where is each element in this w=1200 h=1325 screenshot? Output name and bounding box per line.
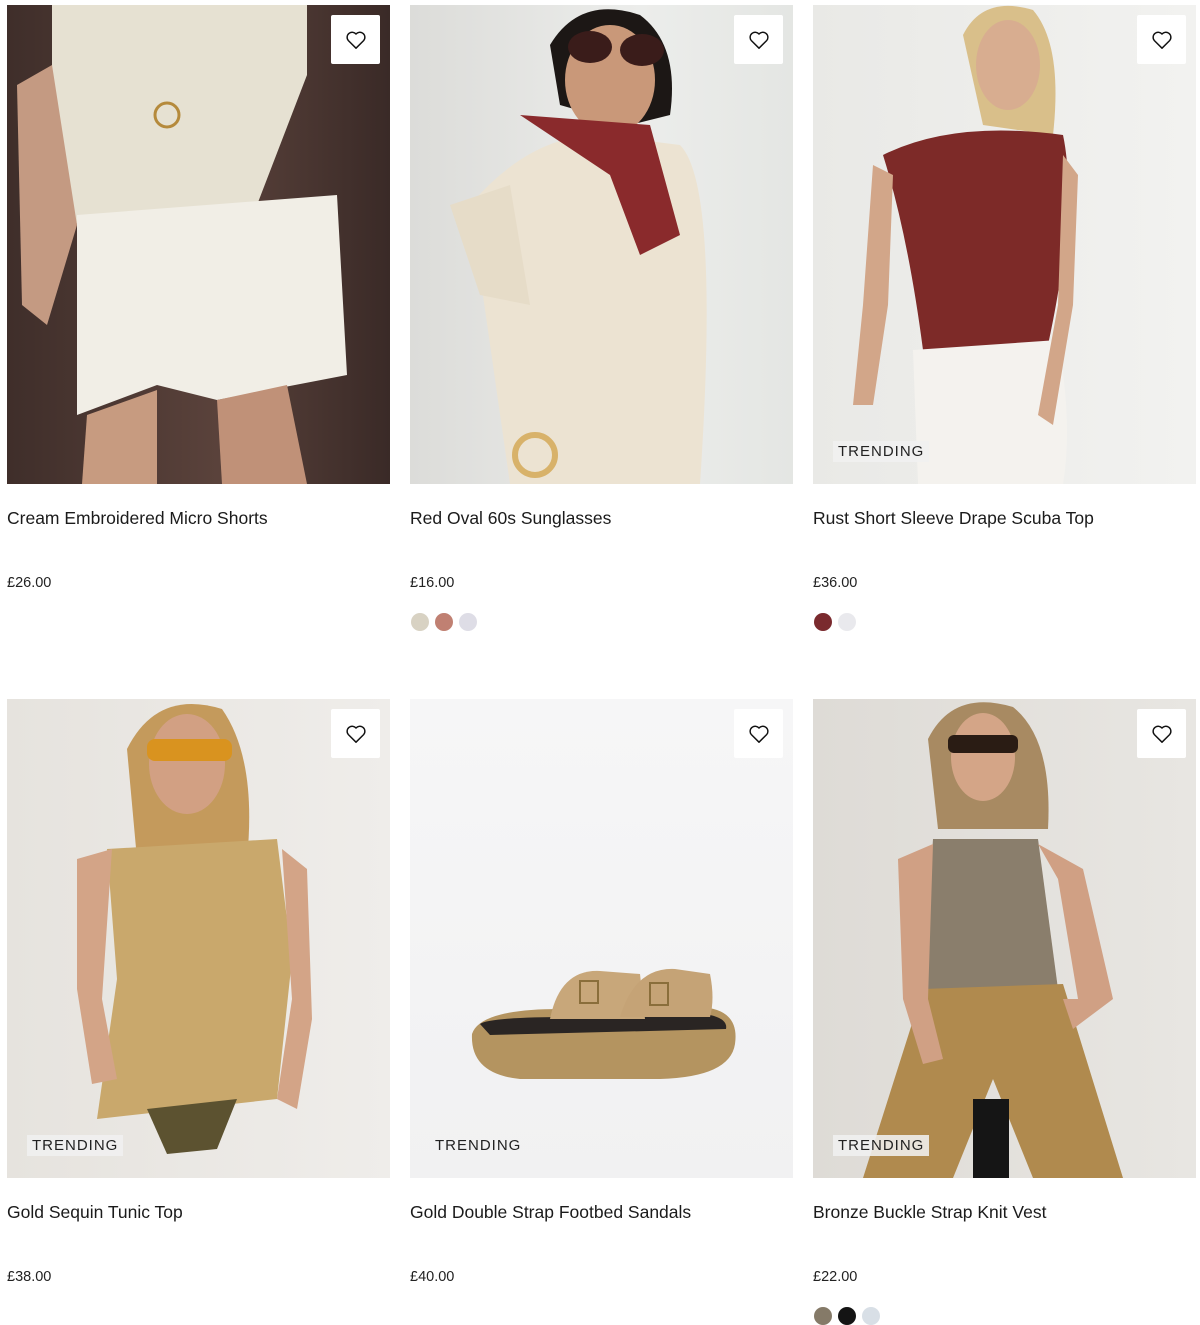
product-card[interactable]: Cream Embroidered Micro Shorts £26.00 (7, 5, 390, 591)
product-price: £16.00 (410, 575, 455, 591)
product-price: £22.00 (813, 1269, 858, 1285)
heart-outline-icon (748, 31, 769, 49)
product-image[interactable]: TRENDING (410, 699, 793, 1178)
product-photo (471, 968, 736, 1079)
trending-badge: TRENDING (833, 1135, 930, 1156)
product-card[interactable]: TRENDING Gold Double Strap Footbed Sanda… (410, 699, 793, 1285)
wishlist-button[interactable] (331, 15, 380, 64)
product-image[interactable] (7, 5, 390, 484)
product-image[interactable] (410, 5, 793, 484)
product-card[interactable]: TRENDING Gold Sequin Tunic Top £38.00 (7, 699, 390, 1285)
heart-outline-icon (345, 31, 366, 49)
product-card[interactable]: TRENDING Rust Short Sleeve Drape Scuba T… (813, 5, 1196, 631)
wishlist-button[interactable] (734, 709, 783, 758)
product-grid: Cream Embroidered Micro Shorts £26.00 Re… (0, 0, 1200, 1325)
product-name[interactable]: Bronze Buckle Strap Knit Vest (813, 1202, 1046, 1223)
product-price: £36.00 (813, 575, 858, 591)
product-name[interactable]: Rust Short Sleeve Drape Scuba Top (813, 508, 1094, 529)
color-swatches (814, 613, 856, 631)
heart-outline-icon (345, 725, 366, 743)
color-swatches (814, 1307, 880, 1325)
color-swatch[interactable] (814, 1307, 832, 1325)
trending-badge: TRENDING (27, 1135, 124, 1156)
product-card[interactable]: Red Oval 60s Sunglasses £16.00 (410, 5, 793, 631)
wishlist-button[interactable] (734, 15, 783, 64)
product-name[interactable]: Gold Double Strap Footbed Sandals (410, 1202, 691, 1223)
heart-outline-icon (1151, 725, 1172, 743)
color-swatch[interactable] (814, 613, 832, 631)
model-photo (77, 704, 312, 1154)
wishlist-button[interactable] (331, 709, 380, 758)
color-swatch[interactable] (411, 613, 429, 631)
product-price: £38.00 (7, 1269, 52, 1285)
model-photo (853, 5, 1078, 484)
heart-outline-icon (1151, 31, 1172, 49)
color-swatch[interactable] (459, 613, 477, 631)
product-price: £26.00 (7, 575, 52, 591)
product-image[interactable]: TRENDING (7, 699, 390, 1178)
product-image[interactable]: TRENDING (813, 699, 1196, 1178)
product-price: £40.00 (410, 1269, 455, 1285)
color-swatches (411, 613, 477, 631)
wishlist-button[interactable] (1137, 709, 1186, 758)
color-swatch[interactable] (838, 613, 856, 631)
product-card[interactable]: TRENDING Bronze Buckle Strap Knit Vest £… (813, 699, 1196, 1325)
model-photo (17, 5, 347, 484)
trending-badge: TRENDING (833, 441, 930, 462)
product-name[interactable]: Red Oval 60s Sunglasses (410, 508, 611, 529)
model-photo (863, 702, 1123, 1178)
color-swatch[interactable] (435, 613, 453, 631)
model-photo (450, 9, 707, 484)
heart-outline-icon (748, 725, 769, 743)
trending-badge: TRENDING (435, 1137, 522, 1154)
product-image[interactable]: TRENDING (813, 5, 1196, 484)
product-name[interactable]: Gold Sequin Tunic Top (7, 1202, 183, 1223)
color-swatch[interactable] (862, 1307, 880, 1325)
product-name[interactable]: Cream Embroidered Micro Shorts (7, 508, 268, 529)
wishlist-button[interactable] (1137, 15, 1186, 64)
color-swatch[interactable] (838, 1307, 856, 1325)
